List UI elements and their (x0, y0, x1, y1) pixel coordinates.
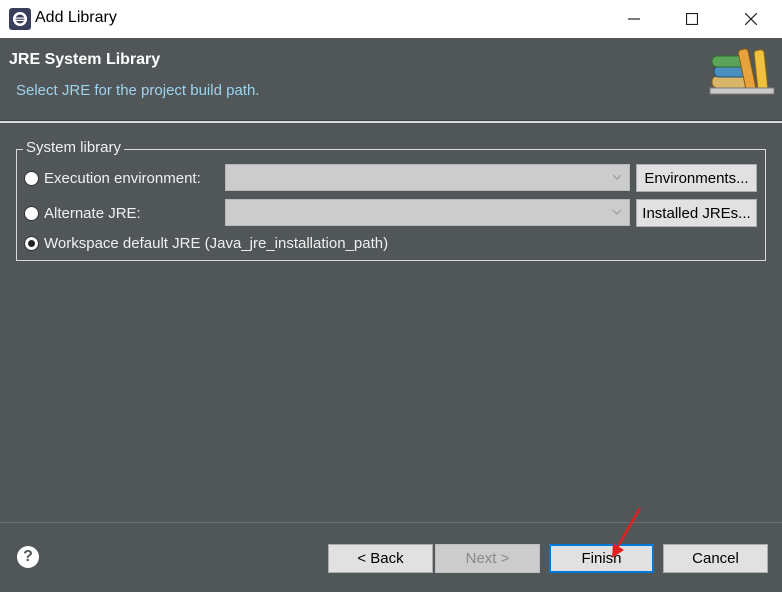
execution-environment-combo[interactable] (225, 164, 630, 191)
page-description: Select JRE for the project build path. (16, 82, 260, 99)
minimize-button[interactable] (605, 0, 663, 38)
maximize-button[interactable] (663, 0, 721, 38)
minimize-icon (628, 18, 640, 20)
close-button[interactable] (722, 0, 780, 38)
next-button[interactable]: Next > (435, 544, 540, 573)
maximize-icon (686, 13, 698, 25)
window-title: Add Library (35, 9, 117, 26)
workspace-default-jre-label: Workspace default JRE (Java_jre_installa… (44, 235, 389, 252)
alternate-jre-label: Alternate JRE: (44, 205, 141, 222)
installed-jres-button[interactable]: Installed JREs... (636, 199, 757, 227)
annotation-arrow-icon (612, 507, 642, 558)
banner-divider-highlight (0, 121, 782, 123)
system-library-legend: System library (23, 139, 125, 156)
cancel-button[interactable]: Cancel (663, 544, 768, 573)
execution-environment-radio[interactable] (24, 171, 39, 186)
workspace-default-jre-radio[interactable] (24, 236, 39, 251)
alternate-jre-combo[interactable] (225, 199, 630, 226)
execution-environment-label: Execution environment: (44, 170, 201, 187)
button-bar-divider (0, 522, 782, 523)
help-icon[interactable]: ? (17, 546, 39, 568)
chevron-down-icon (612, 209, 622, 215)
chevron-down-icon (612, 174, 622, 180)
page-title: JRE System Library (9, 51, 161, 68)
eclipse-app-icon (9, 8, 31, 30)
close-icon (745, 13, 757, 25)
environments-button[interactable]: Environments... (636, 164, 757, 192)
alternate-jre-radio[interactable] (24, 206, 39, 221)
back-button[interactable]: < Back (328, 544, 433, 573)
library-books-icon (709, 48, 775, 95)
